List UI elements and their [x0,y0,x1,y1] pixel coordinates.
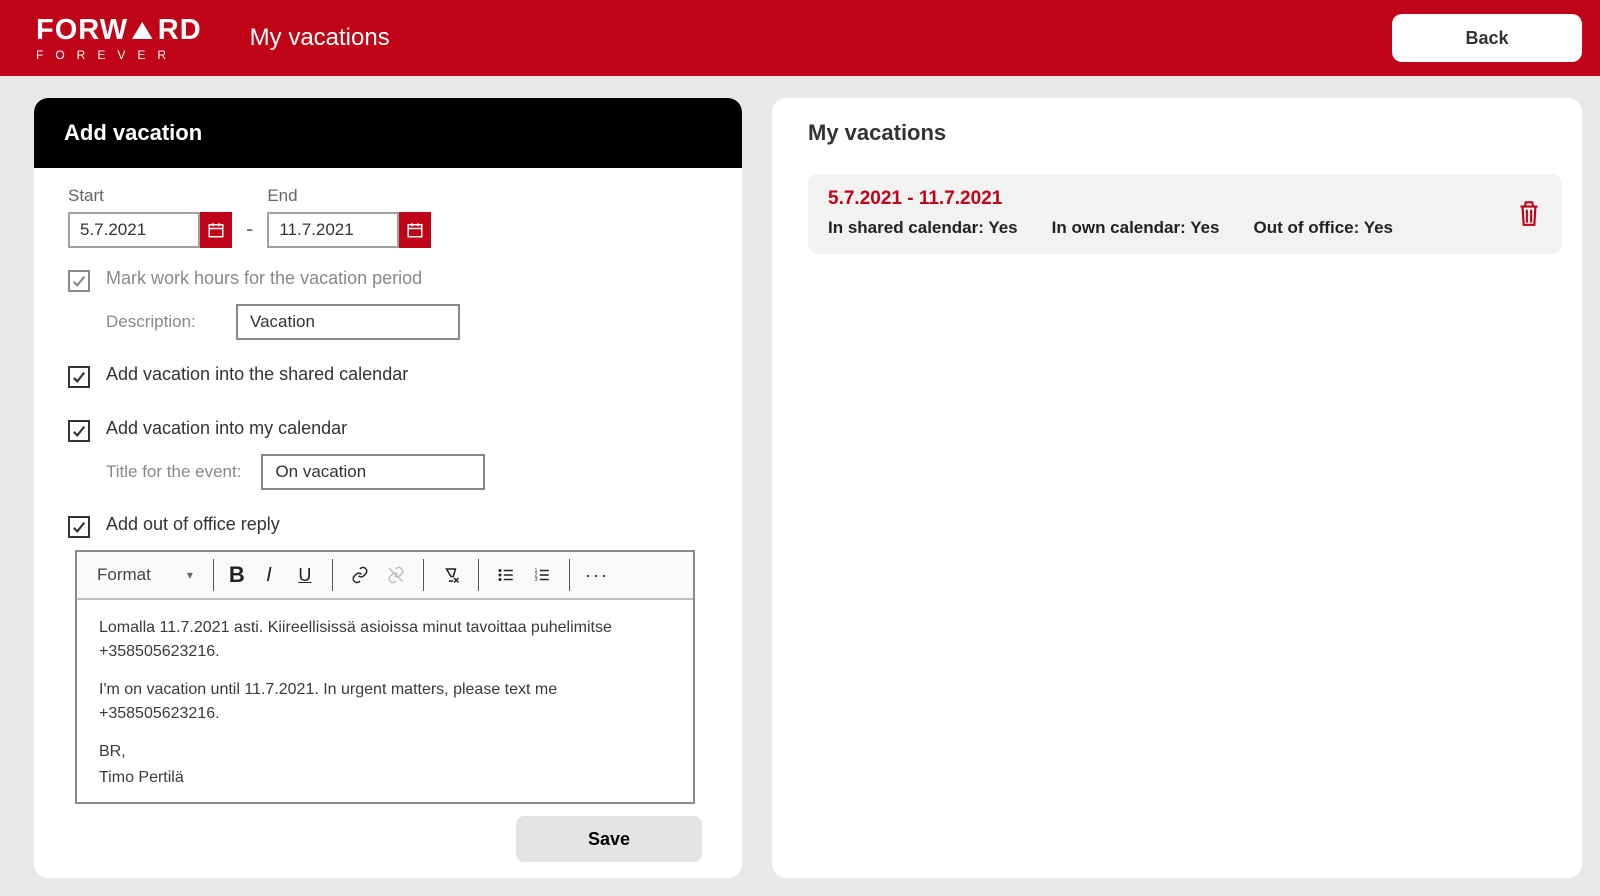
mark-hours-checkbox[interactable] [68,270,90,292]
bold-button[interactable]: B [226,559,248,591]
start-date-picker-button[interactable] [200,212,232,248]
calendar-icon [406,220,424,240]
description-input[interactable] [236,304,460,340]
rich-text-editor: Format ▾ B I U [75,550,695,804]
description-label: Description: [106,312,216,332]
calendar-icon [207,220,225,240]
check-icon [72,274,86,288]
ooo-checkbox[interactable] [68,516,90,538]
my-vacations-title: My vacations [808,120,1562,146]
editor-body[interactable]: Lomalla 11.7.2021 asti. Kiireellisissä a… [77,600,693,802]
unlink-button[interactable] [381,559,411,591]
check-icon [72,370,86,384]
brand-logo: FORW▲RD FOREVER [36,16,202,61]
start-date-input[interactable] [68,212,200,248]
numbered-list-button[interactable]: 123 [527,559,557,591]
header-left: FORW▲RD FOREVER My vacations [36,16,390,61]
toolbar-separator [423,559,424,591]
italic-button[interactable]: I [254,559,284,591]
end-label: End [267,186,431,206]
ooo-label: Add out of office reply [106,514,280,535]
vacation-list-item: 5.7.2021 - 11.7.2021 In shared calendar:… [808,174,1562,254]
vacation-date-range: 5.7.2021 - 11.7.2021 [828,188,1393,210]
unlink-icon [387,566,405,584]
back-button[interactable]: Back [1392,14,1582,62]
toolbar-separator [569,559,570,591]
bullet-list-button[interactable] [491,559,521,591]
save-button[interactable]: Save [516,816,702,862]
format-dropdown[interactable]: Format ▾ [89,561,201,589]
editor-paragraph: Lomalla 11.7.2021 asti. Kiireellisissä a… [99,616,671,664]
clear-format-button[interactable] [436,559,466,591]
event-title-input[interactable] [261,454,485,490]
bullet-list-icon [497,566,515,584]
brand-main: FORW▲RD [36,16,202,45]
editor-toolbar: Format ▾ B I U [77,552,693,600]
start-label: Start [68,186,232,206]
add-vacation-title: Add vacation [34,98,742,168]
svg-text:3: 3 [534,577,537,583]
page-title: My vacations [250,24,390,52]
my-calendar-label: Add vacation into my calendar [106,418,347,439]
event-title-label: Title for the event: [106,462,241,482]
check-icon [72,424,86,438]
end-date-input[interactable] [267,212,399,248]
brand-sub: FOREVER [36,49,202,61]
editor-paragraph: I'm on vacation until 11.7.2021. In urge… [99,678,671,726]
format-label: Format [97,565,151,585]
chevron-down-icon: ▾ [187,568,193,582]
end-date-picker-button[interactable] [399,212,431,248]
numbered-list-icon: 123 [533,566,551,584]
vacation-ooo-value: Yes [1364,218,1393,237]
vacation-shared-value: Yes [988,218,1017,237]
toolbar-separator [213,559,214,591]
date-dash: - [246,216,253,248]
more-button[interactable]: ··· [582,559,612,591]
vacation-own-label: In own calendar: [1052,218,1186,237]
shared-calendar-label: Add vacation into the shared calendar [106,364,408,385]
underline-button[interactable]: U [290,559,320,591]
mark-hours-label: Mark work hours for the vacation period [106,268,422,289]
vacation-ooo-label: Out of office: [1254,218,1360,237]
toolbar-separator [332,559,333,591]
editor-paragraph: BR, [99,740,671,764]
add-vacation-card: Add vacation Start - End [34,98,742,878]
date-row: Start - End [68,186,722,248]
editor-paragraph: Timo Pertilä [99,766,671,790]
clear-format-icon [442,566,460,584]
check-icon [72,520,86,534]
my-vacations-card: My vacations 5.7.2021 - 11.7.2021 In sha… [772,98,1582,878]
my-calendar-checkbox[interactable] [68,420,90,442]
trash-icon[interactable] [1516,198,1542,228]
link-button[interactable] [345,559,375,591]
vacation-shared-label: In shared calendar: [828,218,984,237]
toolbar-separator [478,559,479,591]
link-icon [351,566,369,584]
app-header: FORW▲RD FOREVER My vacations Back [0,0,1600,76]
shared-calendar-checkbox[interactable] [68,366,90,388]
vacation-details: In shared calendar: Yes In own calendar:… [828,218,1393,238]
vacation-own-value: Yes [1190,218,1219,237]
